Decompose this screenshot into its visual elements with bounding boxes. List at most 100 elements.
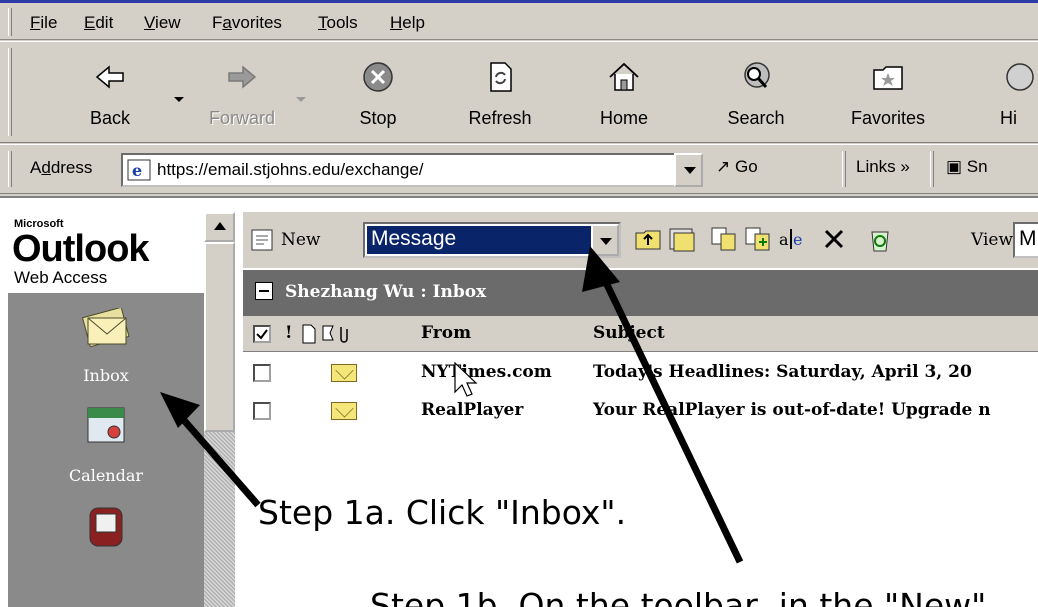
unread-envelope-icon: [331, 364, 357, 382]
new-message-icon[interactable]: [247, 224, 277, 254]
folders-icon[interactable]: [667, 224, 697, 254]
new-label: New: [281, 230, 321, 250]
toolbar-grip[interactable]: [8, 48, 12, 136]
refresh-icon: [490, 62, 512, 92]
ie-page-icon: e: [127, 159, 151, 181]
history-icon: [1006, 63, 1034, 91]
empty-deleted-items-icon[interactable]: [865, 224, 895, 254]
home-icon: [609, 62, 639, 91]
outlook-logo: Microsoft Outlook Web Access: [8, 212, 204, 293]
window-edge: [0, 0, 1038, 3]
address-bar: Address e https://email.stjohns.edu/exch…: [0, 144, 1038, 194]
scroll-up-button[interactable]: [204, 212, 235, 242]
history-button[interactable]: Hi: [956, 56, 1038, 136]
nav-item-calendar[interactable]: Calendar: [8, 404, 204, 485]
camera-icon: ▣: [946, 157, 963, 176]
address-label: Address: [30, 158, 93, 177]
stop-icon: [363, 62, 393, 92]
address-input[interactable]: e https://email.stjohns.edu/exchange/: [121, 153, 703, 187]
refresh-button[interactable]: Refresh: [440, 56, 560, 136]
folder-header: Shezhang Wu : Inbox: [243, 270, 1038, 316]
menubar-grip[interactable]: [8, 8, 12, 36]
subject-header[interactable]: Subject: [593, 323, 665, 343]
collapse-icon[interactable]: [255, 282, 273, 300]
refresh-label: Refresh: [468, 108, 532, 128]
menu-bar: File Edit View Favorites Tools Help: [0, 4, 1038, 40]
svg-text:e: e: [793, 230, 802, 249]
search-label: Search: [727, 108, 785, 128]
importance-header[interactable]: !: [285, 323, 292, 343]
back-label: Back: [89, 108, 131, 128]
item-type-header-icon[interactable]: [301, 324, 317, 344]
delete-icon[interactable]: [819, 224, 849, 254]
snagit-label: Sn: [966, 157, 988, 176]
scroll-thumb[interactable]: [204, 242, 235, 432]
page-content: Microsoft Outlook Web Access Inbox Calen…: [0, 196, 1038, 607]
go-button[interactable]: ↗ Go: [716, 157, 758, 177]
message-from: NYTimes.com: [421, 362, 552, 382]
svg-text:e: e: [132, 161, 142, 180]
links-button[interactable]: Links »: [856, 157, 910, 177]
logo-web-access: Web Access: [14, 268, 108, 287]
message-row[interactable]: RealPlayer Your RealPlayer is out-of-dat…: [243, 392, 1038, 430]
message-from: RealPlayer: [421, 400, 524, 420]
view-select[interactable]: M: [1013, 222, 1038, 258]
owa-toolbar: New Message ae View M: [243, 212, 1038, 268]
stop-label: Stop: [359, 108, 397, 128]
select-all-checkbox[interactable]: [253, 325, 271, 343]
home-button[interactable]: Home: [564, 56, 684, 136]
flag-header-icon[interactable]: [321, 324, 335, 344]
up-folder-icon[interactable]: [633, 224, 663, 254]
contacts-rolodex-icon: [89, 507, 123, 547]
search-globe-icon: [744, 62, 770, 88]
message-row[interactable]: NYTimes.com Today's Headlines: Saturday,…: [243, 354, 1038, 392]
back-arrow-icon: [95, 65, 124, 89]
from-header[interactable]: From: [421, 323, 471, 343]
forward-dropdown-icon[interactable]: [296, 97, 306, 102]
nav-scrollbar[interactable]: [204, 212, 235, 607]
favorites-button[interactable]: Favorites: [828, 56, 948, 136]
logo-outlook: Outlook: [12, 228, 150, 270]
new-item-select[interactable]: Message: [363, 222, 621, 258]
outlook-nav-pane: Microsoft Outlook Web Access Inbox Calen…: [8, 212, 235, 607]
go-label: Go: [734, 157, 758, 176]
stop-button[interactable]: Stop: [318, 56, 438, 136]
nav-item-inbox[interactable]: Inbox: [8, 308, 204, 388]
menu-view[interactable]: View: [144, 13, 181, 33]
row-checkbox[interactable]: [253, 402, 271, 420]
menu-file[interactable]: File: [30, 13, 57, 33]
browser-window: File Edit View Favorites Tools Help Back…: [0, 0, 1038, 607]
menu-edit[interactable]: Edit: [84, 13, 113, 33]
links-grip[interactable]: [842, 151, 846, 187]
inbox-label: Inbox: [83, 366, 129, 385]
address-dropdown-button[interactable]: [674, 153, 703, 187]
forward-button[interactable]: Forward: [182, 56, 302, 136]
mark-read-icon[interactable]: ae: [777, 224, 807, 254]
snagit-grip[interactable]: [930, 151, 934, 187]
message-subject: Your RealPlayer is out-of-date! Upgrade …: [593, 400, 991, 420]
snagit-button[interactable]: ▣ Sn: [946, 157, 988, 177]
folder-title: Shezhang Wu : Inbox: [285, 282, 487, 302]
menu-favorites[interactable]: Favorites: [212, 13, 282, 33]
move-icon[interactable]: [709, 224, 739, 254]
unread-envelope-icon: [331, 402, 357, 420]
new-item-dropdown-button[interactable]: [591, 224, 619, 256]
menu-tools[interactable]: Tools: [318, 13, 358, 33]
attachment-header-icon[interactable]: [337, 323, 349, 345]
addressbar-grip[interactable]: [8, 151, 12, 187]
row-checkbox[interactable]: [253, 364, 271, 382]
home-label: Home: [599, 108, 648, 128]
forward-arrow-icon: [228, 65, 257, 89]
nav-item-contacts[interactable]: [8, 500, 204, 560]
view-selected: M: [1019, 227, 1037, 250]
search-button[interactable]: Search: [696, 56, 816, 136]
calendar-label: Calendar: [68, 466, 144, 485]
inbox-icon: [82, 308, 130, 348]
go-arrow-icon: ↗: [716, 157, 731, 176]
copy-icon[interactable]: [743, 224, 773, 254]
message-subject: Today's Headlines: Saturday, April 3, 20: [593, 362, 972, 382]
back-button[interactable]: Back: [50, 56, 170, 136]
checkmark-icon: [256, 329, 268, 340]
menu-help[interactable]: Help: [390, 13, 425, 33]
calendar-icon: [87, 407, 125, 443]
